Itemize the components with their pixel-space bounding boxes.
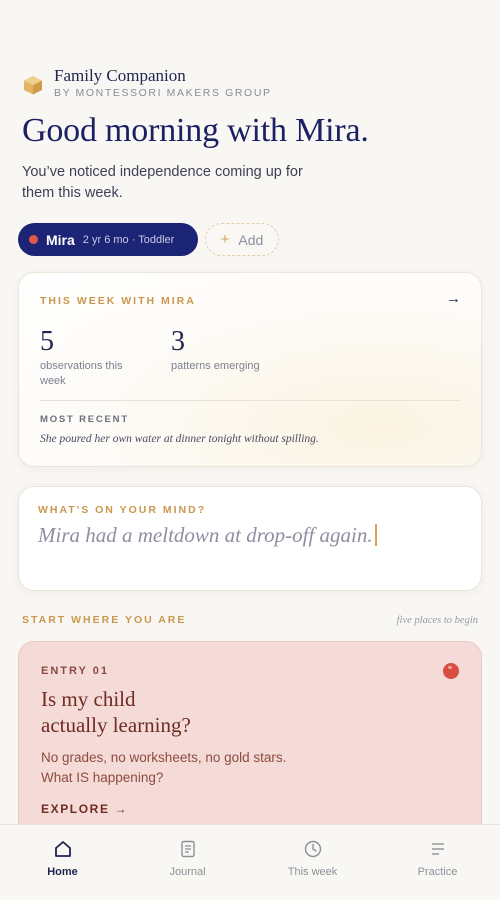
arrow-right-icon[interactable]: → [446, 290, 461, 307]
add-child-button[interactable]: + Add [205, 223, 279, 256]
clock-icon [304, 840, 321, 858]
mind-text-input[interactable]: Mira had a meltdown at drop-off again. [38, 523, 458, 548]
stat-label: observations this week [40, 360, 123, 387]
this-week-card[interactable]: THIS WEEK WITH MIRA → 5 observations thi… [18, 272, 482, 467]
child-pill-mira[interactable]: Mira 2 yr 6 mo · Toddler [18, 223, 198, 256]
nav-label: Practice [417, 866, 458, 878]
most-recent-label: MOST RECENT [40, 414, 129, 425]
section-title: START WHERE YOU ARE [22, 614, 187, 626]
entry-eyebrow: ENTRY 01 [41, 665, 109, 677]
nav-item-practice[interactable]: Practice [375, 825, 500, 900]
stat-patterns: 3 patterns emerging [171, 327, 311, 374]
stat-value: 3 [171, 326, 185, 357]
nav-label: Home [47, 866, 78, 878]
entry-desc-line: What IS happening? [41, 770, 164, 785]
tomato-dot-icon [443, 663, 459, 679]
child-color-dot [29, 235, 38, 244]
cube-logo-icon [24, 76, 42, 95]
menu-icon [431, 843, 444, 855]
plus-icon: + [220, 231, 230, 248]
child-name: Mira [46, 231, 75, 248]
nav-label: Journal [169, 866, 206, 878]
nav-label: This week [287, 866, 338, 878]
stat-value: 5 [40, 326, 54, 357]
brand-subtitle: BY MONTESSORI MAKERS GROUP [54, 87, 272, 99]
mind-card-eyebrow: WHAT'S ON YOUR MIND? [38, 504, 207, 516]
entry-title-line: Is my child [41, 687, 136, 711]
entry-description: No grades, no worksheets, no gold stars.… [41, 748, 341, 788]
mind-input-value: Mira had a meltdown at drop-off again. [38, 523, 373, 547]
home-icon [54, 841, 71, 857]
entry-card-01[interactable]: ENTRY 01 Is my child actually learning? … [18, 641, 482, 841]
entry-title-line: actually learning? [41, 713, 191, 737]
brand-name: Family Companion [54, 66, 186, 85]
week-card-eyebrow: THIS WEEK WITH MIRA [40, 295, 196, 307]
journal-icon [180, 840, 195, 858]
stat-observations: 5 observations this week [40, 327, 150, 389]
mind-input-card[interactable]: WHAT'S ON YOUR MIND? Mira had a meltdown… [18, 486, 482, 591]
section-aside: five places to begin [396, 615, 478, 626]
most-recent-text: She poured her own water at dinner tonig… [40, 433, 319, 445]
bottom-nav: Home Journal This week Practice [0, 824, 500, 900]
nav-item-home[interactable]: Home [0, 825, 125, 900]
divider [40, 400, 460, 401]
brand-header: Family Companion BY MONTESSORI MAKERS GR… [22, 66, 272, 99]
add-child-label: Add [238, 231, 264, 248]
explore-button[interactable]: EXPLORE → [41, 802, 128, 816]
text-caret [374, 524, 377, 546]
page-title: Good morning with Mira. [22, 112, 369, 149]
stat-label: patterns emerging [171, 360, 260, 372]
nav-item-journal[interactable]: Journal [125, 825, 250, 900]
entry-desc-line: No grades, no worksheets, no gold stars. [41, 750, 287, 765]
child-meta: 2 yr 6 mo · Toddler [82, 233, 175, 246]
greeting-subline: You’ve noticed independence coming up fo… [22, 164, 303, 201]
nav-item-this-week[interactable]: This week [250, 825, 375, 900]
entry-title: Is my child actually learning? [41, 686, 191, 738]
